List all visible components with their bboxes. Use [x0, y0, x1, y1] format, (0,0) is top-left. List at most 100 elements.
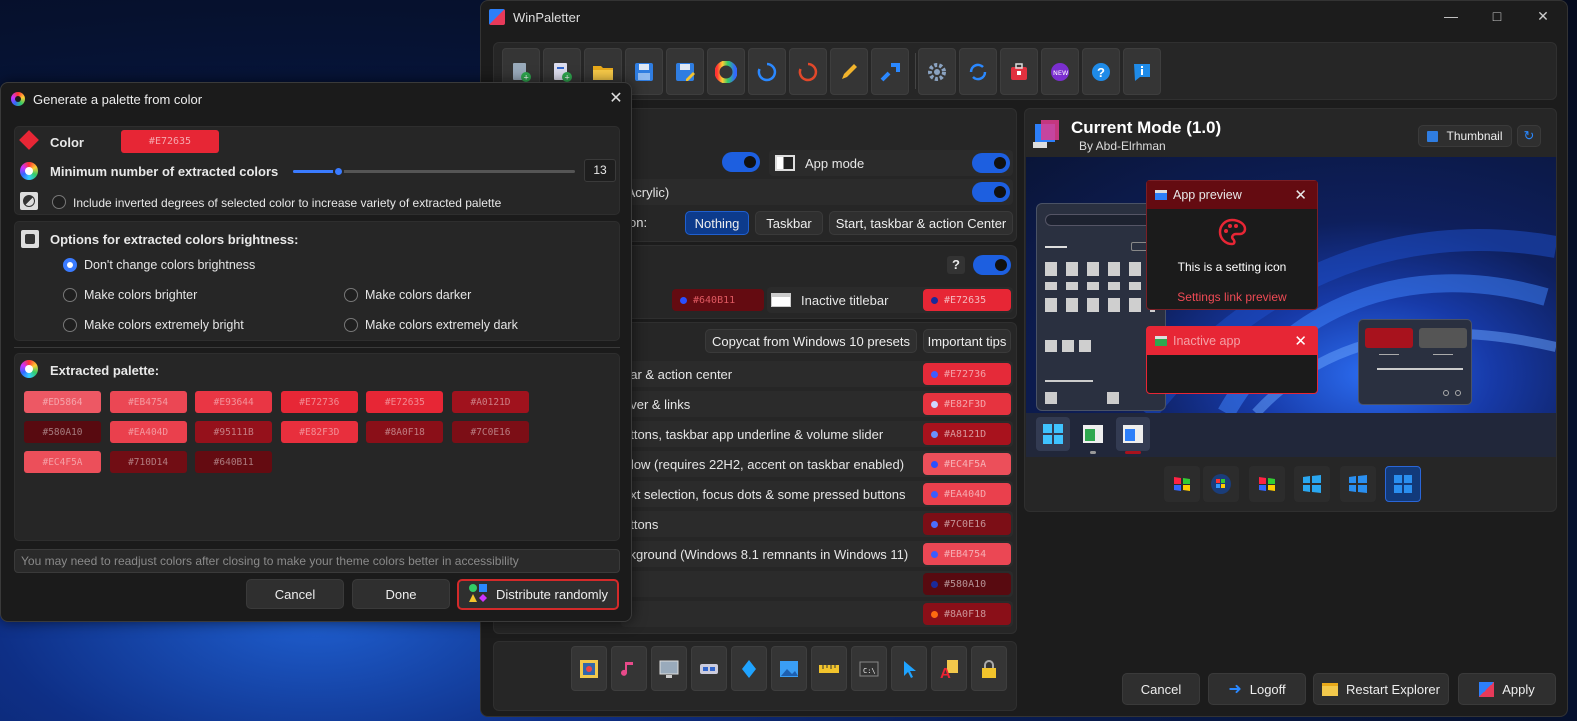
palette-swatch[interactable]: #A0121D	[452, 391, 529, 413]
settings-icon[interactable]	[918, 48, 956, 95]
min-colors-slider[interactable]	[293, 166, 575, 177]
logoff-button[interactable]: ➜ Logoff	[1208, 673, 1306, 705]
restart-explorer-button[interactable]: Restart Explorer	[1313, 673, 1449, 705]
color-setting-chip[interactable]: #580A10	[923, 573, 1011, 595]
color-setting-chip[interactable]: #EC4F5A	[923, 453, 1011, 475]
min-colors-label: Minimum number of extracted colors	[50, 164, 279, 179]
windows-7-icon[interactable]	[1249, 466, 1285, 502]
min-colors-value[interactable]: 13	[584, 159, 616, 182]
refresh-preview-button[interactable]: ↻	[1517, 125, 1541, 147]
save-as-icon[interactable]	[666, 48, 704, 95]
palette-swatch[interactable]: #E93644	[195, 391, 273, 413]
windows-xp-icon[interactable]	[1164, 466, 1200, 502]
windows-10-icon[interactable]	[1340, 466, 1376, 502]
accent-start-taskbar-button[interactable]: Start, taskbar & action Center	[829, 211, 1013, 235]
color-setting-value: #580A10	[944, 578, 987, 590]
windows-vista-icon[interactable]	[1203, 466, 1239, 502]
palette-swatch[interactable]: #E72635	[366, 391, 444, 413]
palette-swatch[interactable]: #8A0F18	[366, 421, 444, 443]
palette-swatch[interactable]: #EA404D	[109, 421, 187, 443]
export-icon[interactable]	[871, 48, 909, 95]
accent-taskbar-button[interactable]: Taskbar	[755, 211, 823, 235]
maximize-button[interactable]: □	[1474, 1, 1520, 31]
dialog-close-button[interactable]: ✕	[604, 87, 628, 111]
color-setting-chip[interactable]: #E72736	[923, 363, 1011, 385]
color-setting-chip[interactable]: #A8121D	[923, 423, 1011, 445]
dialog-cancel-button[interactable]: Cancel	[246, 579, 344, 609]
save-icon	[1427, 130, 1439, 142]
dark-mode-toggle[interactable]	[722, 152, 760, 172]
fonts-icon[interactable]: A	[931, 646, 967, 691]
radio-brighter[interactable]: Make colors brighter	[63, 288, 197, 302]
copycat-label: Copycat from Windows 10 presets	[712, 333, 910, 349]
chip-dot	[931, 580, 938, 588]
inactive-titlebar-chip[interactable]: #E72635	[923, 289, 1011, 311]
color-setting-chip[interactable]: #E82F3D	[923, 393, 1011, 415]
wallpaper-icon[interactable]	[571, 646, 607, 691]
images-icon[interactable]	[771, 646, 807, 691]
palette-swatch[interactable]: #ED5864	[24, 391, 101, 413]
cursor-icon[interactable]	[891, 646, 927, 691]
active-titlebar-chip[interactable]: #640B11	[672, 289, 764, 311]
metrics-icon[interactable]	[691, 646, 727, 691]
radio-extremely-bright[interactable]: Make colors extremely bright	[63, 318, 244, 332]
palette-swatch[interactable]: #580A10	[24, 421, 101, 443]
palette-swatch[interactable]: #640B11	[195, 451, 273, 473]
whats-new-icon[interactable]: NEW	[1041, 48, 1079, 95]
slider-thumb[interactable]	[333, 166, 345, 177]
palette-swatch[interactable]: #7C0E16	[452, 421, 529, 443]
lock-icon[interactable]	[971, 646, 1007, 691]
thumbnail-button[interactable]: Thumbnail	[1418, 125, 1512, 147]
transparency-toggle[interactable]	[972, 182, 1010, 202]
accent-nothing-label: Nothing	[694, 215, 740, 231]
divider	[14, 347, 620, 348]
titlebar-help-icon[interactable]: ?	[947, 256, 965, 274]
color-setting-chip[interactable]: #7C0E16	[923, 513, 1011, 535]
edit-icon[interactable]	[830, 48, 868, 95]
main-window: WinPaletter — □ ✕ + + NEW ? App mode /Ac…	[480, 0, 1568, 717]
accent-nothing-button[interactable]: Nothing	[685, 211, 749, 235]
update-icon[interactable]	[959, 48, 997, 95]
color-setting-chip[interactable]: #EA404D	[923, 483, 1011, 505]
titlebar-toggle[interactable]	[973, 255, 1011, 275]
radio-darker[interactable]: Make colors darker	[344, 288, 471, 302]
distribute-randomly-button[interactable]: Distribute randomly	[457, 579, 619, 610]
chip-dot	[680, 296, 687, 304]
cmd-icon[interactable]: C:\	[851, 646, 887, 691]
cancel-main-button[interactable]: Cancel	[1122, 673, 1200, 705]
dialog-done-button[interactable]: Done	[352, 579, 450, 609]
important-tips-button[interactable]: Important tips	[923, 329, 1011, 353]
copycat-button[interactable]: Copycat from Windows 10 presets	[705, 329, 917, 353]
palette-swatch[interactable]: #EC4F5A	[24, 451, 101, 473]
close-window-button[interactable]: ✕	[1520, 1, 1566, 31]
color-picker-swatch[interactable]: #E72635	[121, 130, 219, 153]
help-icon[interactable]: ?	[1082, 48, 1120, 95]
windows-8-icon[interactable]	[1294, 466, 1330, 502]
color-wheel-icon[interactable]	[707, 48, 745, 95]
palette-swatch[interactable]: #95111B	[195, 421, 273, 443]
color-setting-chip[interactable]: #EB4754	[923, 543, 1011, 565]
restore-icon[interactable]	[789, 48, 827, 95]
palette-swatch[interactable]: #710D14	[109, 451, 187, 473]
radio-extremely-dark[interactable]: Make colors extremely dark	[344, 318, 518, 332]
app-mode-toggle[interactable]	[972, 153, 1010, 173]
palette-swatch[interactable]: #E72736	[280, 391, 358, 413]
app-logo-icon	[489, 9, 505, 25]
about-icon[interactable]	[1123, 48, 1161, 95]
minimize-button[interactable]: —	[1428, 1, 1474, 31]
windows-11-icon[interactable]	[1385, 466, 1421, 502]
color-setting-chip[interactable]: #8A0F18	[923, 603, 1011, 625]
store-icon[interactable]	[1000, 48, 1038, 95]
chip-dot	[931, 370, 938, 378]
invert-checkbox[interactable]	[52, 195, 66, 209]
apply-button[interactable]: Apply	[1458, 673, 1556, 705]
accessibility-icon[interactable]	[731, 646, 767, 691]
ruler-icon[interactable]	[811, 646, 847, 691]
radio-no-change[interactable]: Don't change colors brightness	[63, 258, 255, 272]
window-icon	[1155, 336, 1167, 346]
reset-icon[interactable]	[748, 48, 786, 95]
palette-swatch[interactable]: #EB4754	[109, 391, 187, 413]
sounds-icon[interactable]	[611, 646, 647, 691]
screensaver-icon[interactable]	[651, 646, 687, 691]
palette-swatch[interactable]: #E82F3D	[280, 421, 358, 443]
